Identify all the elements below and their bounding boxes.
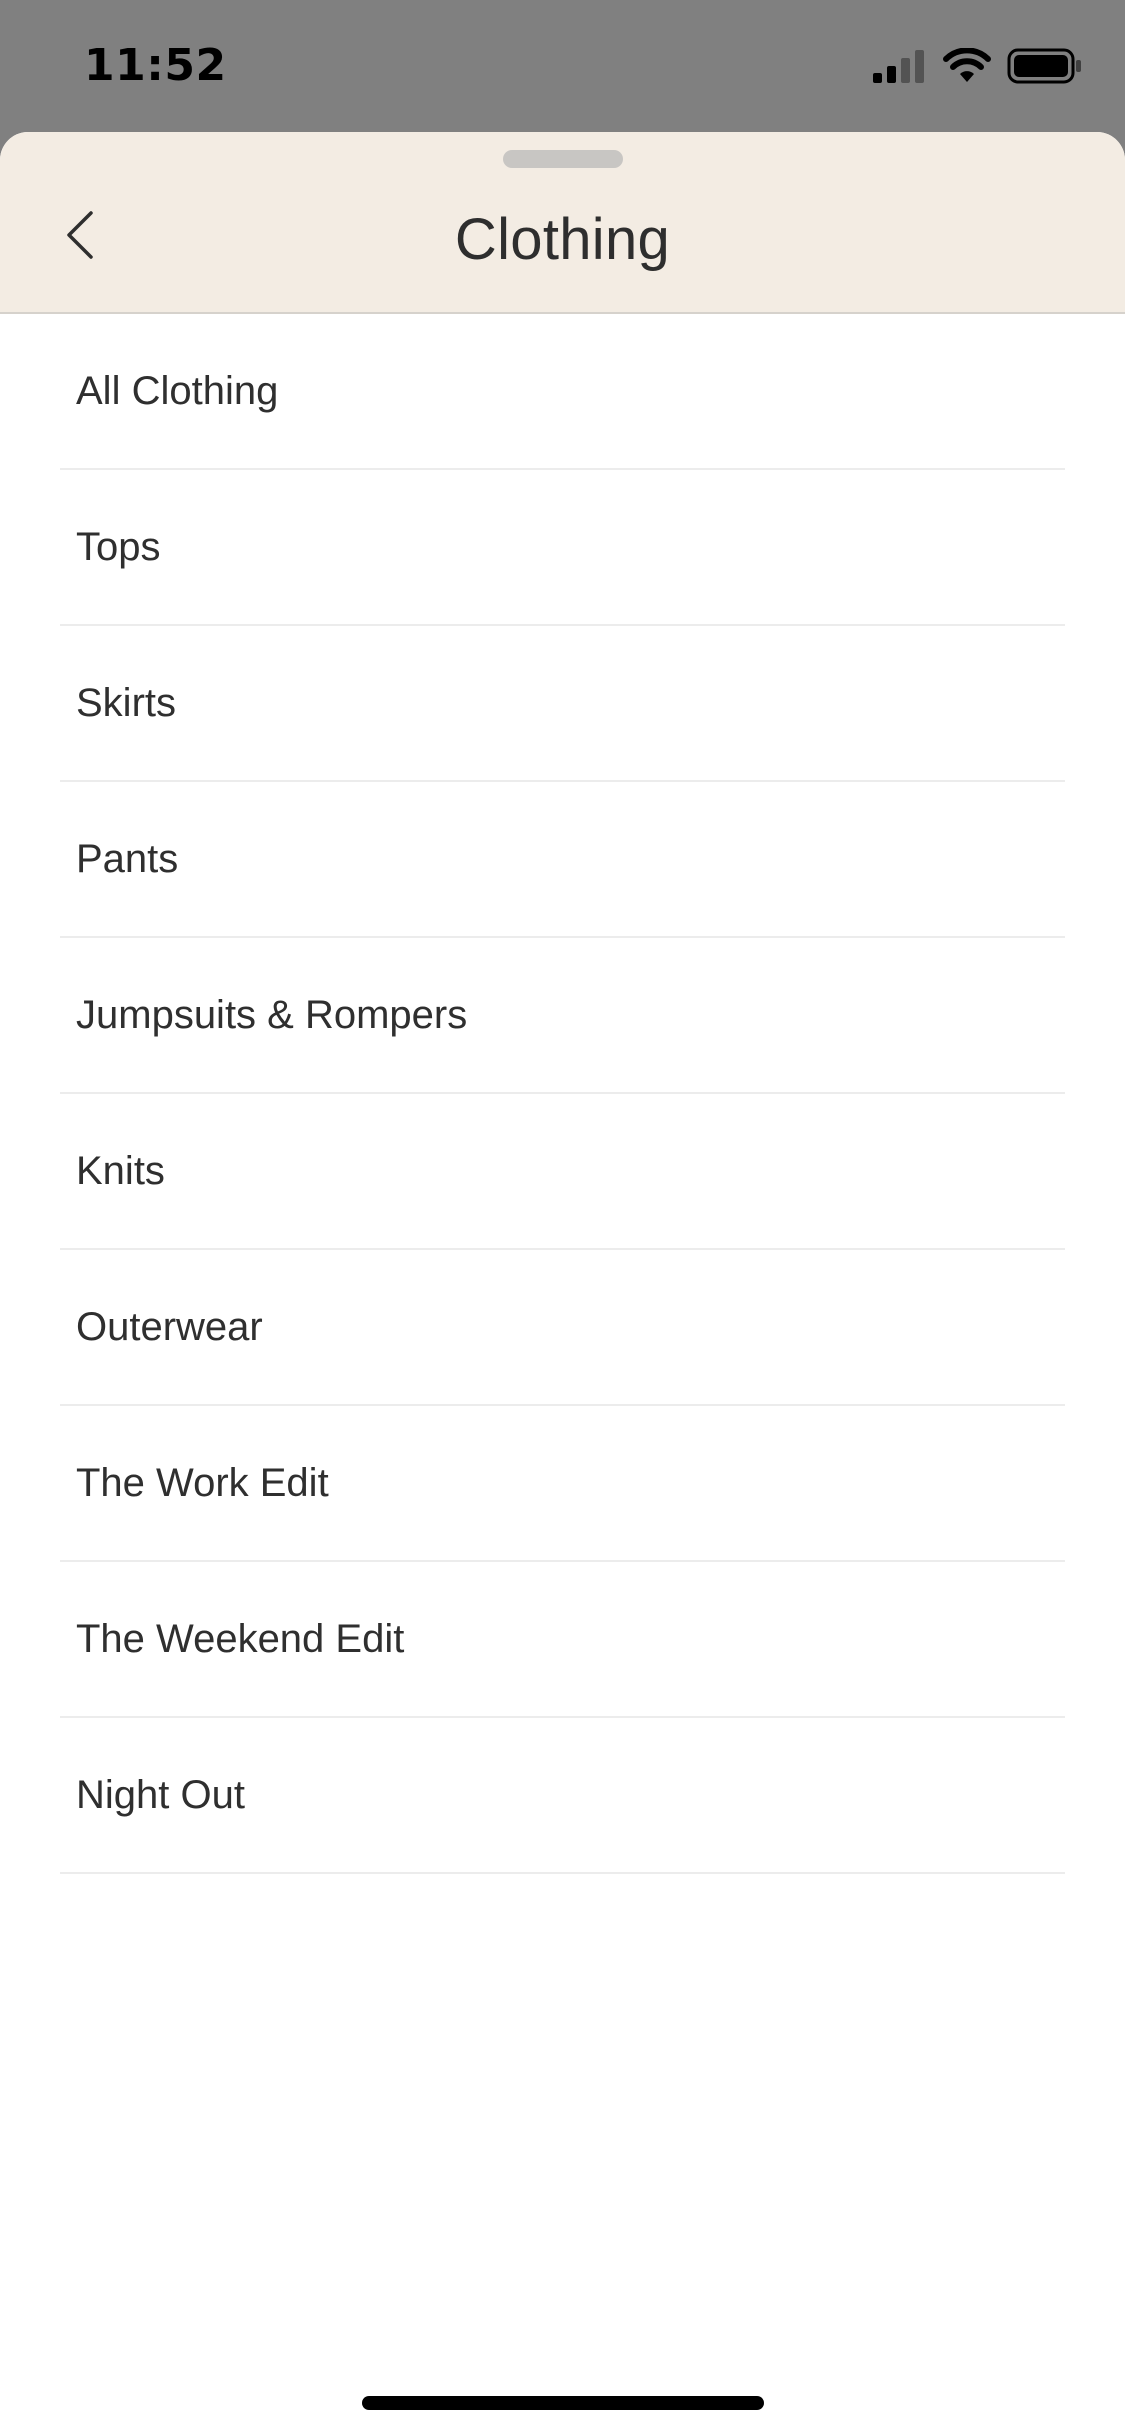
list-item-label: Skirts <box>76 680 176 725</box>
page-title: Clothing <box>454 207 671 272</box>
list-item-night-out[interactable]: Night Out <box>60 1718 1065 1874</box>
status-bar: 11:52 <box>0 0 1125 132</box>
list-item-the-work-edit[interactable]: The Work Edit <box>60 1406 1065 1562</box>
status-icons <box>873 48 1083 84</box>
list-item-label: Pants <box>76 836 179 881</box>
home-indicator[interactable] <box>362 2396 764 2410</box>
list-item-label: Knits <box>76 1148 165 1193</box>
list-item-label: Jumpsuits & Rompers <box>76 992 468 1037</box>
list-item-label: The Work Edit <box>76 1460 329 1505</box>
cellular-signal-icon <box>873 49 927 83</box>
status-time: 11:52 <box>84 40 227 91</box>
battery-icon <box>1007 48 1083 84</box>
list-item-label: All Clothing <box>76 368 279 413</box>
list-item-outerwear[interactable]: Outerwear <box>60 1250 1065 1406</box>
list-item-jumpsuits-rompers[interactable]: Jumpsuits & Rompers <box>60 938 1065 1094</box>
list-item-the-weekend-edit[interactable]: The Weekend Edit <box>60 1562 1065 1718</box>
category-sheet: Clothing All Clothing Tops Skirts Pants … <box>0 132 1125 2436</box>
list-item-all-clothing[interactable]: All Clothing <box>60 314 1065 470</box>
category-list: All Clothing Tops Skirts Pants Jumpsuits… <box>0 314 1125 1874</box>
wifi-icon <box>943 48 991 84</box>
sheet-grabber-handle[interactable] <box>503 150 623 168</box>
list-item-label: Tops <box>76 524 161 569</box>
list-item-tops[interactable]: Tops <box>60 470 1065 626</box>
list-item-knits[interactable]: Knits <box>60 1094 1065 1250</box>
list-item-label: Night Out <box>76 1772 245 1817</box>
list-item-label: The Weekend Edit <box>76 1616 405 1661</box>
list-item-pants[interactable]: Pants <box>60 782 1065 938</box>
list-item-skirts[interactable]: Skirts <box>60 626 1065 782</box>
sheet-header: Clothing <box>0 132 1125 314</box>
list-item-label: Outerwear <box>76 1304 263 1349</box>
